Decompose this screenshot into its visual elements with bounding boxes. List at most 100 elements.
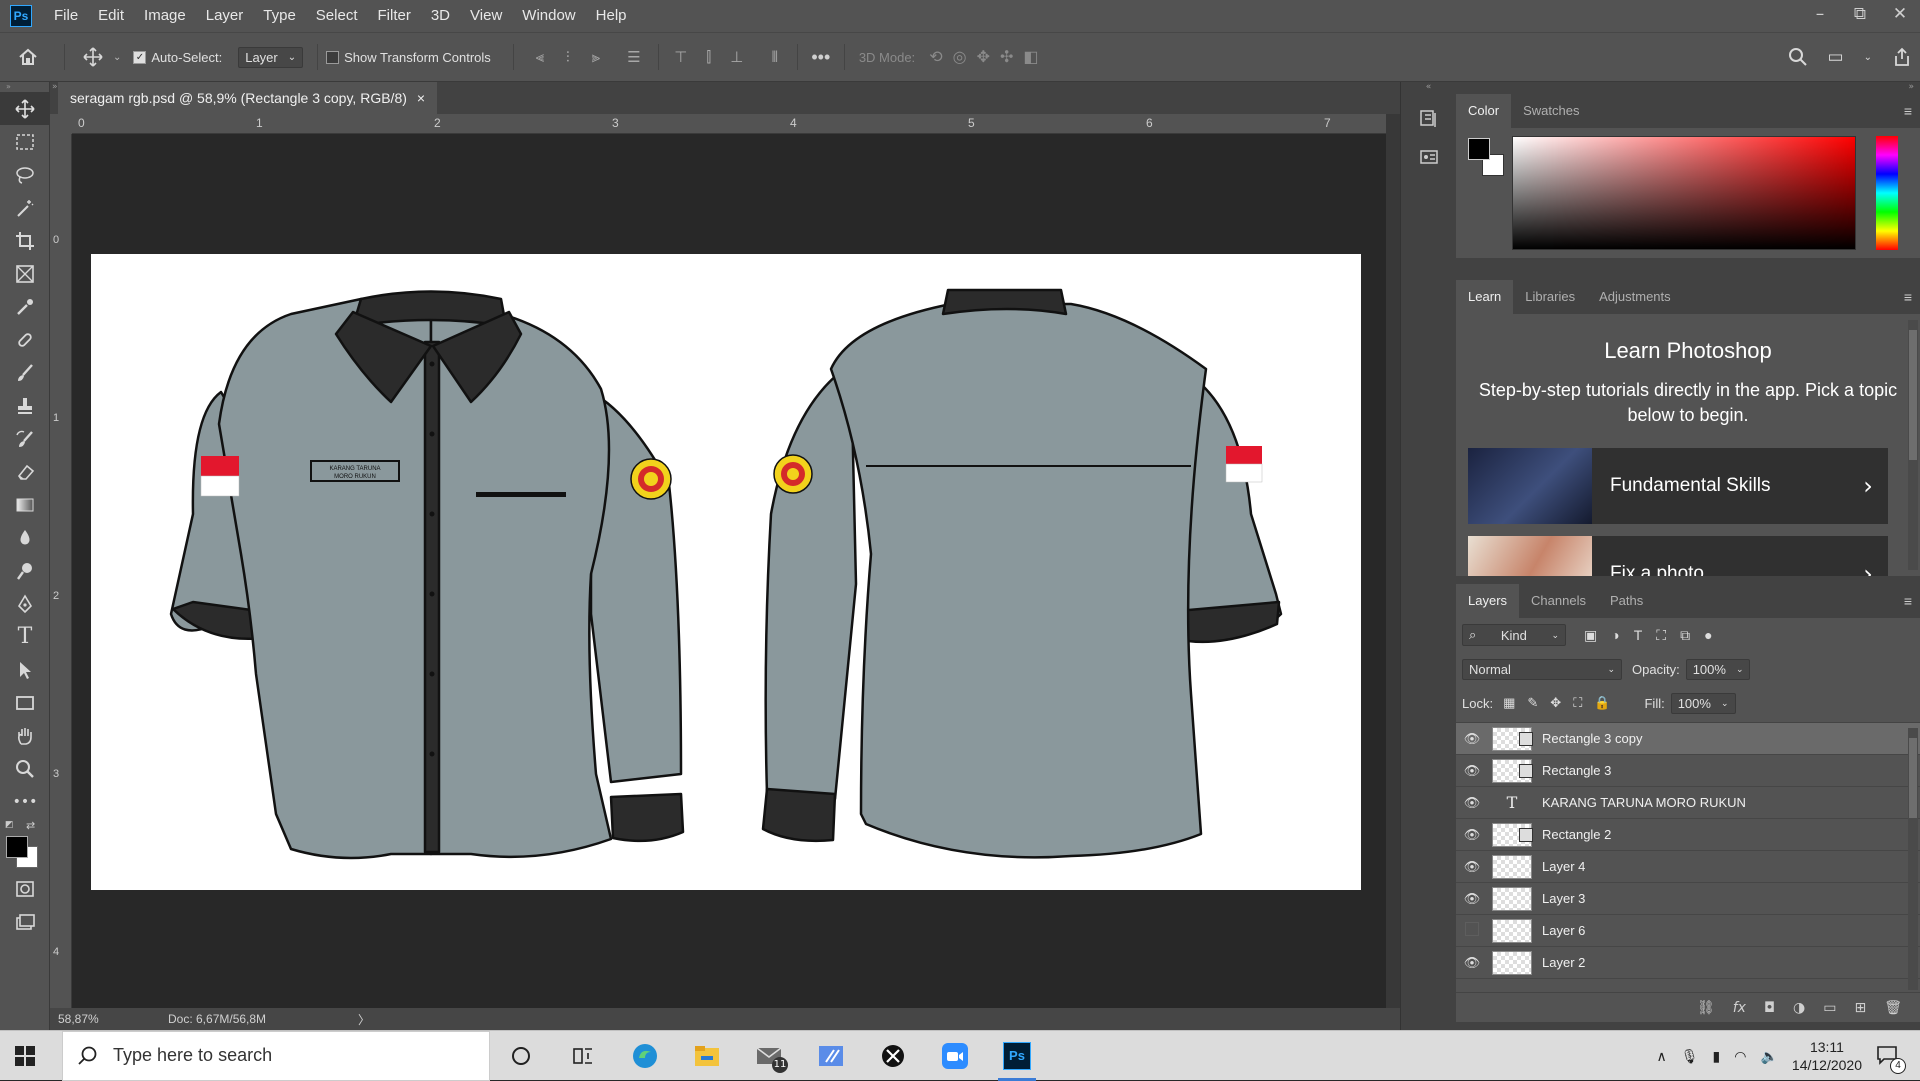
crop-tool-icon[interactable] <box>0 224 50 257</box>
artboard[interactable]: KARANG TARUNA MORO RUKUN <box>91 254 1361 890</box>
adjustment-filter-icon[interactable]: ◑ <box>1611 627 1619 644</box>
new-group-icon[interactable]: ▭ <box>1823 1000 1836 1016</box>
edge-icon[interactable] <box>614 1031 676 1081</box>
marquee-tool-icon[interactable] <box>0 125 50 158</box>
hand-tool-icon[interactable] <box>0 719 50 752</box>
lock-transparency-icon[interactable]: ▦ <box>1503 695 1515 711</box>
cortana-icon[interactable] <box>490 1031 552 1081</box>
swap-colors-icon[interactable]: ⇄ <box>26 819 35 832</box>
dodge-tool-icon[interactable] <box>0 554 50 587</box>
zoom-app-icon[interactable] <box>924 1031 986 1081</box>
close-button[interactable]: ✕ <box>1880 0 1920 28</box>
menu-item-edit[interactable]: Edit <box>88 0 134 32</box>
menu-item-help[interactable]: Help <box>586 0 637 32</box>
move-tool-icon[interactable] <box>73 47 113 67</box>
default-colors-icon[interactable]: ◩ <box>5 820 14 830</box>
vertical-scrollbar[interactable] <box>1386 114 1400 1018</box>
align-left-icon[interactable]: ⫷ <box>530 47 550 67</box>
visibility-eye-icon[interactable]: 👁 <box>1456 731 1488 747</box>
3d-slide-icon[interactable]: ✣ <box>1000 47 1013 67</box>
battery-icon[interactable]: ▮ <box>1713 1048 1721 1065</box>
windows-start-icon[interactable] <box>0 1031 50 1081</box>
tab-color[interactable]: Color <box>1456 94 1512 128</box>
history-brush-tool-icon[interactable] <box>0 422 50 455</box>
link-layers-icon[interactable]: ⛓ <box>1697 1000 1715 1016</box>
chevron-down-icon[interactable]: ⌄ <box>1864 52 1872 63</box>
distribute-icon[interactable]: ☰ <box>624 47 644 67</box>
xbox-icon[interactable] <box>862 1031 924 1081</box>
mail-icon[interactable]: 11 <box>738 1031 800 1081</box>
gradient-tool-icon[interactable] <box>0 488 50 521</box>
stamp-tool-icon[interactable] <box>0 389 50 422</box>
add-mask-icon[interactable]: ◘ <box>1764 1000 1775 1016</box>
layer-row[interactable]: 👁 Layer 2 <box>1456 947 1920 979</box>
tab-learn[interactable]: Learn <box>1456 280 1514 314</box>
fill-field[interactable]: 100% ⌄ <box>1670 692 1736 714</box>
learn-scrollbar[interactable] <box>1908 320 1918 570</box>
layer-row[interactable]: 👁 T KARANG TARUNA MORO RUKUN <box>1456 787 1920 819</box>
quick-mask-icon[interactable] <box>0 872 50 905</box>
smart-object-filter-icon[interactable]: ⧉ <box>1680 627 1690 644</box>
share-icon[interactable] <box>1892 47 1912 67</box>
tab-libraries[interactable]: Libraries <box>1513 280 1587 314</box>
panel-menu-icon[interactable]: ≡ <box>1904 103 1912 119</box>
color-field[interactable] <box>1512 136 1856 250</box>
visibility-eye-icon[interactable]: 👁 <box>1456 891 1488 907</box>
visibility-eye-icon[interactable]: 👁 <box>1456 795 1488 811</box>
path-selection-tool-icon[interactable] <box>0 653 50 686</box>
menu-item-window[interactable]: Window <box>512 0 585 32</box>
tab-layers[interactable]: Layers <box>1456 584 1520 618</box>
close-tab-icon[interactable]: × <box>417 82 425 114</box>
chevron-down-icon[interactable]: ⌄ <box>113 52 121 63</box>
visibility-toggle-empty[interactable] <box>1456 922 1488 939</box>
rectangle-tool-icon[interactable] <box>0 686 50 719</box>
visibility-eye-icon[interactable]: 👁 <box>1456 859 1488 875</box>
status-menu-arrow[interactable]: 〉 <box>358 1011 370 1028</box>
wifi-icon[interactable]: ◠ <box>1734 1048 1746 1065</box>
home-icon[interactable] <box>0 34 56 80</box>
more-tools-icon[interactable]: ••• <box>0 785 50 818</box>
align-bottom-icon[interactable]: ⊥ <box>727 47 747 67</box>
menu-item-file[interactable]: File <box>44 0 88 32</box>
volume-icon[interactable]: 🔈 <box>1760 1048 1777 1065</box>
notification-icon[interactable]: 4 <box>1876 1045 1906 1074</box>
auto-select-target-dropdown[interactable]: Layer ⌄ <box>238 46 304 68</box>
learn-card-fundamental-skills[interactable]: Fundamental Skills › <box>1468 448 1888 524</box>
clock[interactable]: 13:11 14/12/2020 <box>1792 1038 1862 1074</box>
3d-roll-icon[interactable]: ◎ <box>953 47 967 67</box>
type-filter-icon[interactable]: T <box>1634 627 1643 644</box>
3d-camera-icon[interactable]: ◧ <box>1023 47 1038 67</box>
menu-item-3d[interactable]: 3D <box>421 0 460 32</box>
document-tab[interactable]: seragam rgb.psd @ 58,9% (Rectangle 3 cop… <box>58 82 438 114</box>
layers-scrollbar[interactable] <box>1908 728 1918 990</box>
eraser-tool-icon[interactable] <box>0 455 50 488</box>
pen-tool-icon[interactable] <box>0 587 50 620</box>
photoshop-taskbar-icon[interactable]: Ps <box>986 1031 1048 1081</box>
workspace-icon[interactable]: ▭ <box>1828 47 1844 67</box>
move-tool-icon[interactable] <box>0 92 50 125</box>
menu-item-view[interactable]: View <box>460 0 512 32</box>
zoom-level[interactable]: 58,87% <box>58 1012 148 1026</box>
task-view-icon[interactable] <box>552 1031 614 1081</box>
tab-channels[interactable]: Channels <box>1519 584 1598 618</box>
align-right-icon[interactable]: ⫸ <box>586 47 606 67</box>
layer-row[interactable]: 👁 Rectangle 3 <box>1456 755 1920 787</box>
lasso-tool-icon[interactable] <box>0 158 50 191</box>
filter-toggle-icon[interactable]: ● <box>1704 627 1712 644</box>
auto-select-checkbox[interactable]: ✓ <box>133 50 147 64</box>
blur-tool-icon[interactable] <box>0 521 50 554</box>
lock-artboard-icon[interactable]: ⛶ <box>1573 695 1582 711</box>
microphone-icon[interactable]: 🎙 <box>1681 1048 1699 1065</box>
canvas-area[interactable]: KARANG TARUNA MORO RUKUN <box>72 134 1386 1008</box>
visibility-eye-icon[interactable]: 👁 <box>1456 827 1488 843</box>
collapse-icon[interactable]: » <box>52 82 58 92</box>
layer-row[interactable]: Layer 6 <box>1456 915 1920 947</box>
taskbar-search[interactable]: Type here to search <box>62 1030 490 1081</box>
distribute-vertical-icon[interactable]: ⦀ <box>765 47 785 67</box>
lock-position-icon[interactable]: ✥ <box>1550 695 1561 711</box>
foreground-color-box[interactable] <box>1468 138 1490 160</box>
type-tool-icon[interactable]: T <box>0 620 50 653</box>
collapse-icon[interactable]: » <box>1456 82 1920 94</box>
tab-paths[interactable]: Paths <box>1598 584 1655 618</box>
collapse-icon[interactable]: » <box>0 82 49 92</box>
